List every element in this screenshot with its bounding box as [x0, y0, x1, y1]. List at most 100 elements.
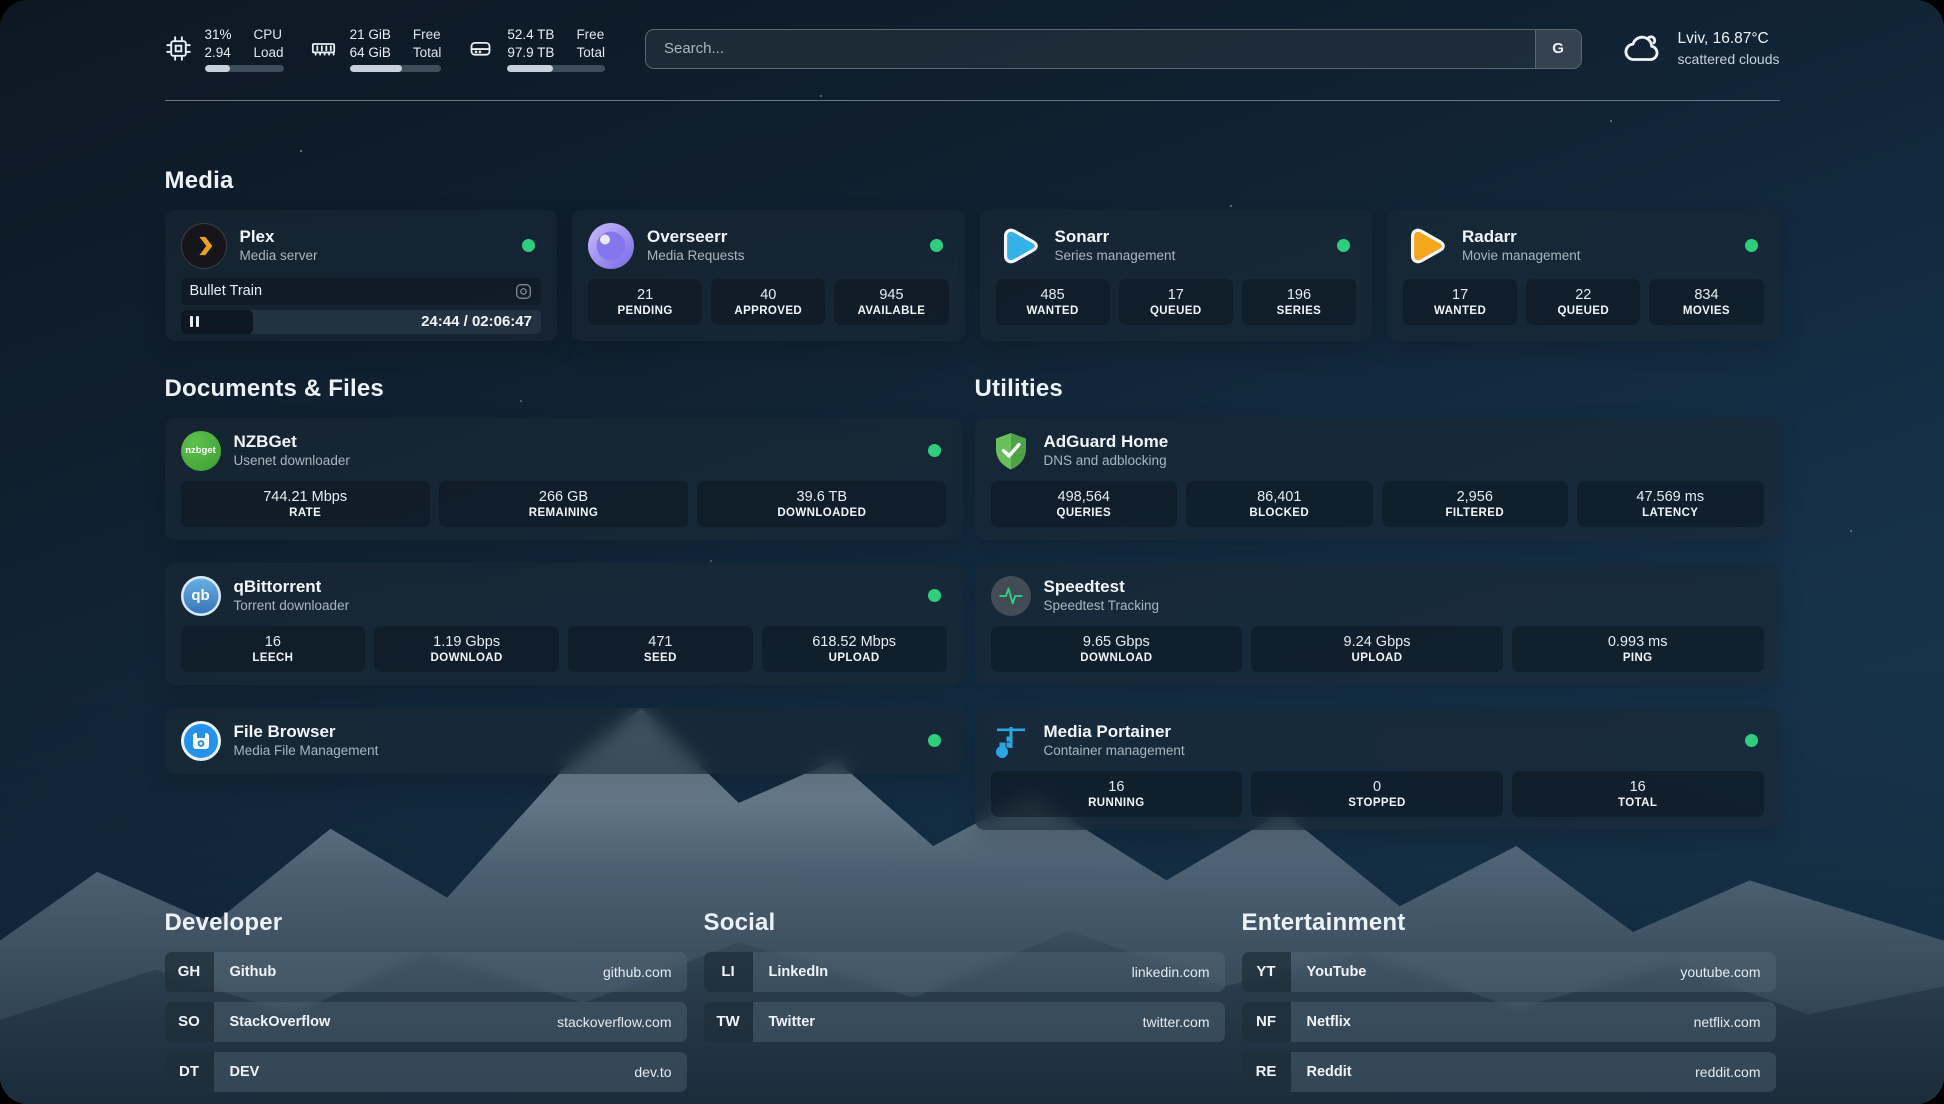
stat-value: 47.569 ms: [1636, 489, 1704, 505]
service-name: Overseerr: [647, 226, 745, 247]
stat-box: 196SERIES: [1242, 279, 1356, 325]
service-card-overseerr[interactable]: Overseerr Media Requests 21PENDING 40APP…: [572, 210, 965, 341]
bookmark-url: dev.to: [634, 1064, 671, 1080]
bookmark-twitter[interactable]: TW Twitter twitter.com: [704, 1002, 1225, 1042]
stat-label: WANTED: [1434, 305, 1486, 317]
stat-value: 17: [1452, 287, 1468, 303]
stat-value: 40: [760, 287, 776, 303]
stat-label: RUNNING: [1088, 797, 1144, 809]
status-online-dot: [1745, 734, 1758, 747]
bookmark-dev[interactable]: DT DEV dev.to: [165, 1052, 687, 1092]
ram-icon: [310, 35, 337, 62]
service-card-adguard[interactable]: AdGuard Home DNS and adblocking 498,564Q…: [975, 418, 1780, 540]
service-card-portainer[interactable]: Media Portainer Container management 16R…: [975, 708, 1780, 830]
service-card-qbittorrent[interactable]: qb qBittorrent Torrent downloader 16LEEC…: [165, 563, 963, 685]
bookmark-name: DEV: [230, 1064, 260, 1080]
stat-label: STOPPED: [1348, 797, 1406, 809]
radarr-icon: [1403, 223, 1449, 269]
memory-total-label: Total: [413, 44, 442, 62]
cpu-stat: 31%2.94 CPULoad: [165, 26, 284, 72]
service-name: Speedtest: [1044, 576, 1160, 597]
qbittorrent-icon: qb: [181, 576, 221, 616]
stat-label: LATENCY: [1642, 507, 1698, 519]
cpu-load-label: Load: [254, 44, 284, 62]
stat-value: 0.993 ms: [1608, 634, 1668, 650]
stat-value: 39.6 TB: [797, 489, 848, 505]
search-input[interactable]: [645, 29, 1582, 69]
bookmark-group-social: Social LI LinkedIn linkedin.com TW Twitt…: [704, 909, 1225, 1102]
disk-free-value: 52.4 TB: [507, 26, 554, 44]
service-description: Media server: [240, 247, 318, 265]
stat-box: 0.993 ms PING: [1512, 626, 1764, 672]
service-description: Container management: [1044, 742, 1185, 760]
stat-box: 266 GBREMAINING: [439, 481, 688, 527]
cpu-progress-fill: [205, 65, 230, 72]
service-name: AdGuard Home: [1044, 431, 1169, 452]
bookmark-youtube[interactable]: YT YouTube youtube.com: [1242, 952, 1776, 992]
bookmark-stackoverflow[interactable]: SO StackOverflow stackoverflow.com: [165, 1002, 687, 1042]
stat-box: 21PENDING: [588, 279, 702, 325]
stat-label: DOWNLOADED: [777, 507, 866, 519]
stat-value: 1.19 Gbps: [433, 634, 500, 650]
bookmark-github[interactable]: GH Github github.com: [165, 952, 687, 992]
disk-progress-bar: [507, 65, 605, 72]
bookmark-linkedin[interactable]: LI LinkedIn linkedin.com: [704, 952, 1225, 992]
service-name: NZBGet: [234, 431, 350, 452]
service-description: Movie management: [1462, 247, 1581, 265]
stat-box: 47.569 ms LATENCY: [1577, 481, 1764, 527]
playback-progress-bar[interactable]: 24:44 / 02:06:47: [181, 310, 542, 334]
stat-value: 266 GB: [539, 489, 588, 505]
section-title-documents: Documents & Files: [165, 375, 963, 403]
disk-icon: [467, 35, 494, 62]
memory-progress-bar: [350, 65, 442, 72]
service-card-radarr[interactable]: Radarr Movie management 17WANTED 22QUEUE…: [1387, 210, 1780, 341]
stat-label: PING: [1623, 652, 1653, 664]
stat-box: 86,401BLOCKED: [1186, 481, 1373, 527]
bookmark-netflix[interactable]: NF Netflix netflix.com: [1242, 1002, 1776, 1042]
weather-widget: Lviv, 16.87°C scattered clouds: [1622, 28, 1780, 70]
service-description: Speedtest Tracking: [1044, 597, 1160, 615]
stat-label: DOWNLOAD: [1080, 652, 1152, 664]
bookmark-name: StackOverflow: [230, 1014, 331, 1030]
bookmark-name: Twitter: [769, 1014, 815, 1030]
service-card-plex[interactable]: Plex Media server Bullet Train: [165, 210, 558, 341]
bookmark-reddit[interactable]: RE Reddit reddit.com: [1242, 1052, 1776, 1092]
bookmark-group-entertainment: Entertainment YT YouTube youtube.com NF …: [1242, 909, 1776, 1102]
stat-label: QUERIES: [1056, 507, 1111, 519]
service-description: Media File Management: [234, 742, 379, 760]
section-title-social: Social: [704, 909, 1225, 937]
bookmark-abbr: DT: [165, 1052, 214, 1092]
stat-value: 498,564: [1058, 489, 1110, 505]
stat-value: 196: [1287, 287, 1311, 303]
service-card-filebrowser[interactable]: File Browser Media File Management: [165, 708, 963, 774]
stat-box: 9.65 Gbps DOWNLOAD: [991, 626, 1243, 672]
service-card-sonarr[interactable]: Sonarr Series management 485WANTED 17QUE…: [980, 210, 1373, 341]
top-bar: 31%2.94 CPULoad 21 GiB64 GiB F: [165, 26, 1780, 72]
cpu-icon: [165, 35, 192, 62]
stat-box: 16LEECH: [181, 626, 366, 672]
stat-label: UPLOAD: [829, 652, 880, 664]
service-name: Sonarr: [1055, 226, 1176, 247]
pause-icon[interactable]: [190, 316, 199, 327]
media-cards-row: Plex Media server Bullet Train: [165, 210, 1780, 341]
nzbget-icon-text: nzbget: [185, 445, 216, 456]
bookmark-abbr: LI: [704, 952, 753, 992]
stat-box: 618.52 MbpsUPLOAD: [762, 626, 947, 672]
filebrowser-icon: [181, 721, 221, 761]
service-name: Media Portainer: [1044, 721, 1185, 742]
bookmark-url: github.com: [603, 964, 671, 980]
stat-label: TOTAL: [1618, 797, 1657, 809]
stat-label: UPLOAD: [1352, 652, 1403, 664]
stat-value: 9.65 Gbps: [1083, 634, 1150, 650]
disk-total-value: 97.9 TB: [507, 44, 554, 62]
search-provider-button[interactable]: G: [1535, 30, 1581, 68]
weather-condition: scattered clouds: [1678, 50, 1780, 68]
stat-box: 485WANTED: [996, 279, 1110, 325]
service-card-speedtest[interactable]: Speedtest Speedtest Tracking 9.65 Gbps DO…: [975, 563, 1780, 685]
bookmark-abbr: SO: [165, 1002, 214, 1042]
cpu-progress-bar: [205, 65, 284, 72]
section-title-developer: Developer: [165, 909, 687, 937]
stat-box: 17QUEUED: [1119, 279, 1233, 325]
stat-box: 0STOPPED: [1251, 771, 1503, 817]
service-card-nzbget[interactable]: nzbget NZBGet Usenet downloader 744.21 M…: [165, 418, 963, 540]
